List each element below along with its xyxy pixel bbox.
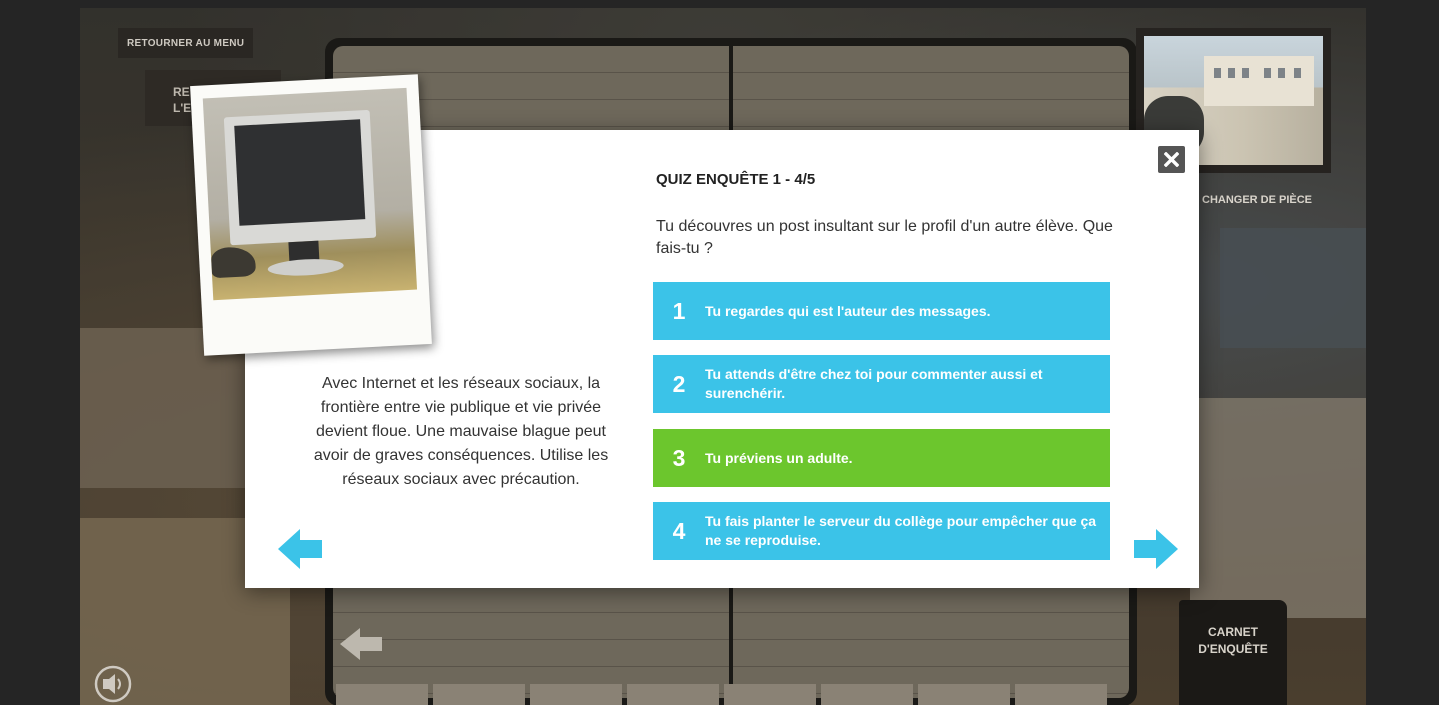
quiz-title: QUIZ ENQUÊTE 1 - 4/5 [656, 171, 816, 188]
room-thumbnail-window [1294, 68, 1301, 78]
answer-number: 2 [672, 370, 686, 397]
back-to-menu-button[interactable]: RETOURNER AU MENU [118, 28, 254, 58]
notebook-tab-strip [336, 684, 1107, 705]
investigation-notebook-button[interactable]: CARNET D'ENQUÊTE [1179, 600, 1287, 705]
monitor [223, 109, 377, 246]
notebook-tab[interactable] [821, 684, 913, 705]
explanation-text: Avec Internet et les réseaux sociaux, la… [313, 375, 609, 488]
answer-option-3[interactable]: 3 Tu préviens un adulte. [653, 429, 1110, 487]
carnet-label-line1: CARNET [1208, 625, 1258, 639]
room-thumbnail-building [1204, 56, 1314, 106]
carnet-label-line2: D'ENQUÊTE [1198, 642, 1268, 656]
room-thumbnail-window [1242, 68, 1249, 78]
arrow-left-icon[interactable] [276, 527, 324, 571]
answer-number: 1 [672, 297, 686, 324]
notebook-tab[interactable] [918, 684, 1010, 705]
notebook-tab[interactable] [1015, 684, 1107, 705]
notebook-tab[interactable] [433, 684, 525, 705]
close-button[interactable] [1158, 146, 1185, 173]
answer-option-1[interactable]: 1 Tu regardes qui est l'auteur des messa… [653, 282, 1110, 340]
notebook-tab[interactable] [627, 684, 719, 705]
app-stage: RETOURNER AU MENU RE L'E CHANGER DE PIÈC… [0, 0, 1439, 705]
computer-monitor-image [202, 87, 418, 301]
answer-text: Tu attends d'être chez toi pour commente… [705, 366, 1043, 401]
room-thumbnail-window [1214, 68, 1221, 78]
speaker-icon[interactable] [94, 665, 132, 703]
answer-number: 4 [672, 517, 686, 544]
answer-option-2[interactable]: 2 Tu attends d'être chez toi pour commen… [653, 355, 1110, 413]
monitor-base [267, 257, 345, 278]
notebook-prev-arrow-icon[interactable] [338, 624, 384, 664]
room-thumbnail-window [1278, 68, 1285, 78]
answer-text: Tu préviens un adulte. [705, 449, 853, 466]
answer-option-4[interactable]: 4 Tu fais planter le serveur du collège … [653, 502, 1110, 560]
monitor-screen [234, 119, 366, 226]
close-icon [1164, 152, 1179, 167]
change-room-label[interactable]: CHANGER DE PIÈCE [1202, 194, 1312, 206]
notebook-tab[interactable] [724, 684, 816, 705]
room-thumbnail-window [1264, 68, 1271, 78]
arrow-right-icon[interactable] [1132, 527, 1180, 571]
notebook-tab[interactable] [530, 684, 622, 705]
cables [210, 245, 257, 279]
answer-number: 3 [672, 444, 686, 471]
answer-text: Tu fais planter le serveur du collège po… [705, 513, 1097, 548]
polaroid-photo [190, 74, 432, 356]
notebook-tab[interactable] [336, 684, 428, 705]
quiz-question: Tu découvres un post insultant sur le pr… [656, 218, 1113, 257]
room-thumbnail-window [1228, 68, 1235, 78]
answer-text: Tu regardes qui est l'auteur des message… [705, 302, 991, 319]
